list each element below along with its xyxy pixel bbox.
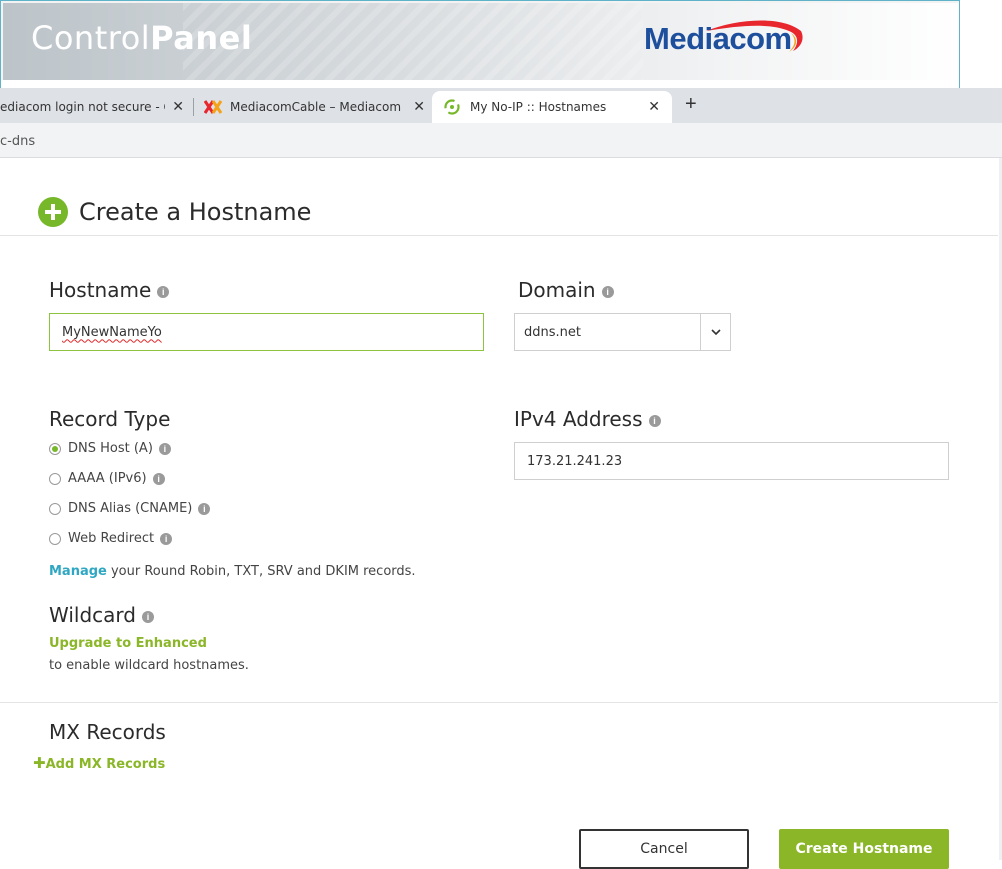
hostname-label: Hostname i [49, 278, 170, 302]
noip-favicon-icon [444, 99, 460, 115]
address-bar[interactable] [0, 123, 1002, 158]
cancel-button[interactable]: Cancel [579, 829, 749, 869]
manage-text: your Round Robin, TXT, SRV and DKIM reco… [106, 564, 416, 579]
record-type-option-label: DNS Alias (CNAME) [68, 501, 193, 516]
tab-label: My No-IP :: Hostnames [470, 100, 607, 114]
plus-circle-icon [38, 197, 68, 227]
radio-unchecked[interactable] [49, 502, 61, 515]
control-panel-title: ControlPanel [31, 19, 252, 57]
wildcard-label-text: Wildcard [49, 603, 136, 627]
tab-separator [193, 98, 194, 116]
mediacom-favicon-icon [204, 100, 222, 114]
domain-label-text: Domain [518, 278, 596, 302]
ipv4-label-text: IPv4 Address [514, 407, 643, 431]
new-tab-button[interactable]: + [685, 93, 697, 116]
mediacom-header: ControlPanel Mediacom [0, 0, 960, 82]
close-icon[interactable]: ✕ [648, 99, 660, 115]
info-icon[interactable]: i [160, 532, 173, 545]
chevron-down-icon[interactable] [700, 314, 730, 350]
record-type-option-aaaa[interactable]: AAAA (IPv6) i [49, 471, 165, 486]
domain-label: Domain i [518, 278, 614, 302]
plus-icon: ✚ [33, 754, 46, 772]
wildcard-label: Wildcard i [49, 603, 154, 627]
address-text[interactable]: c-dns [0, 134, 35, 149]
hostname-label-text: Hostname [49, 278, 152, 302]
page-title: Create a Hostname [79, 198, 312, 226]
record-type-option-redirect[interactable]: Web Redirect i [49, 531, 173, 546]
info-icon[interactable]: i [141, 610, 154, 623]
browser-tab-noip[interactable]: My No-IP :: Hostnames ✕ [432, 91, 672, 123]
browser-tab-mediacom[interactable]: MediacomCable – Mediacom Co ✕ [198, 91, 431, 123]
create-hostname-button[interactable]: Create Hostname [779, 829, 949, 869]
record-type-label: Record Type [49, 407, 171, 431]
record-type-option-cname[interactable]: DNS Alias (CNAME) i [49, 501, 211, 516]
close-icon[interactable]: ✕ [413, 99, 425, 115]
ipv4-input[interactable]: 173.21.241.23 [514, 442, 949, 480]
record-type-option-label: DNS Host (A) [68, 441, 153, 456]
info-icon[interactable]: i [648, 414, 661, 427]
wildcard-note: to enable wildcard hostnames. [49, 658, 249, 673]
browser-tab-bar: ediacom login not secure - Goo ✕ Mediaco… [0, 88, 1002, 123]
domain-value: ddns.net [524, 324, 581, 340]
tab-label: ediacom login not secure - Goo [0, 100, 165, 114]
manage-link[interactable]: Manage [49, 564, 107, 579]
radio-checked[interactable] [49, 442, 61, 455]
ipv4-value: 173.21.241.23 [527, 453, 623, 469]
info-icon[interactable]: i [157, 285, 170, 298]
control-panel-bold: Panel [150, 19, 253, 57]
record-type-option-label: Web Redirect [68, 531, 155, 546]
radio-unchecked[interactable] [49, 532, 61, 545]
browser-tab-google[interactable]: ediacom login not secure - Goo ✕ [0, 91, 190, 123]
manage-records-text: Manage your Round Robin, TXT, SRV and DK… [49, 564, 416, 579]
close-icon[interactable]: ✕ [172, 99, 184, 115]
mx-records-label: MX Records [49, 720, 166, 744]
radio-unchecked[interactable] [49, 472, 61, 485]
info-icon[interactable]: i [152, 472, 165, 485]
record-type-option-label: AAAA (IPv6) [68, 471, 147, 486]
upgrade-enhanced-link[interactable]: Upgrade to Enhanced [49, 636, 207, 651]
domain-select[interactable]: ddns.net [514, 313, 731, 351]
mediacom-logo: Mediacom [644, 21, 792, 56]
info-icon[interactable]: i [601, 285, 614, 298]
tab-label: MediacomCable – Mediacom Co [230, 100, 405, 114]
ipv4-label: IPv4 Address i [514, 407, 661, 431]
hostname-value: MyNewNameYo [62, 324, 162, 340]
section-divider [0, 702, 998, 703]
info-icon[interactable]: i [158, 442, 171, 455]
mediacom-header-bottom [0, 80, 960, 88]
title-divider [0, 235, 998, 236]
control-panel-light: Control [31, 19, 151, 57]
record-type-option-a[interactable]: DNS Host (A) i [49, 441, 171, 456]
hostname-input[interactable]: MyNewNameYo [49, 313, 484, 351]
info-icon[interactable]: i [198, 502, 211, 515]
add-mx-records-link[interactable]: ✚Add MX Records [33, 754, 165, 772]
add-mx-label: Add MX Records [45, 757, 166, 772]
